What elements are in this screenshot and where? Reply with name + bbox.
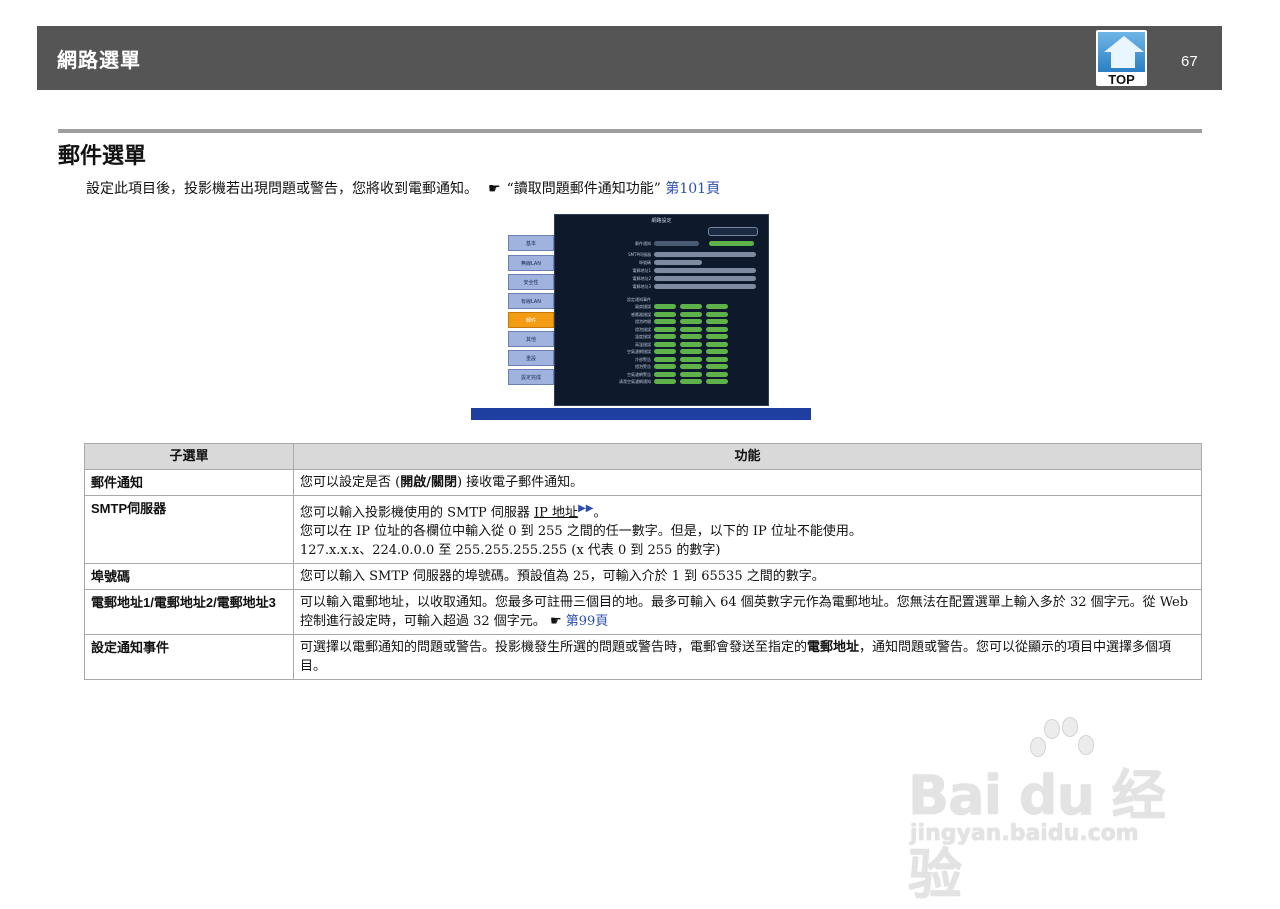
menu-event-row: 空氣濾網錯誤 (565, 349, 760, 355)
menu-tab-basic: 基本 (508, 235, 554, 251)
menu-tab-complete: 設定完成 (508, 369, 554, 385)
function-text: 您可以輸入投影機使用的 SMTP 伺服器 IP 地址▶▶。 您可以在 IP 位址… (293, 494, 1202, 565)
table-row: 郵件通知 您可以設定是否 (開啟/關閉) 接收電子郵件通知。 (84, 469, 1202, 496)
submenu-name: SMTP伺服器 (84, 494, 294, 565)
menu-row-smtp: SMTP伺服器 (565, 252, 760, 258)
menu-event-row: 高溫錯誤 (565, 341, 760, 348)
function-text: 您可以設定是否 (開啟/關閉) 接收電子郵件通知。 (293, 469, 1202, 496)
function-text: 可以輸入電郵地址，以收取通知。您最多可註冊三個目的地。最多可輸入 64 個英數字… (293, 589, 1202, 636)
function-text: 您可以輸入 SMTP 伺服器的埠號碼。預設值為 25，可輸入介於 1 到 655… (293, 563, 1202, 591)
submenu-name: 郵件通知 (84, 469, 294, 496)
menu-tab-other: 其他 (508, 331, 554, 347)
submenu-table: 子選單 功能 郵件通知 您可以設定是否 (開啟/關閉) 接收電子郵件通知。 SM… (84, 443, 1202, 681)
section-divider (58, 129, 1202, 133)
ip-address-link[interactable]: IP 地址 (534, 505, 578, 520)
table-row: 電郵地址1/電郵地址2/電郵地址3 可以輸入電郵地址，以收取通知。您最多可註冊三… (84, 589, 1202, 636)
chapter-title: 網路選單 (57, 48, 141, 72)
header-bar: 網路選單 TOP 67 (37, 26, 1222, 90)
table-row: SMTP伺服器 您可以輸入投影機使用的 SMTP 伺服器 IP 地址▶▶。 您可… (84, 494, 1202, 565)
glossary-arrow-icon: ▶▶ (578, 503, 594, 514)
menu-tab-reset: 重設 (508, 350, 554, 366)
menu-tab-security: 安全性 (508, 274, 554, 290)
menu-event-row: 清潔空氣濾網通知 (565, 379, 760, 385)
menu-event-row: 燈泡時間 (565, 319, 760, 325)
intro-text: 設定此項目後，投影機若出現問題或警告，您將收到電郵通知。 (86, 181, 478, 197)
menu-event-row: 溫度錯誤 (565, 334, 760, 340)
page-number: 67 (1181, 53, 1198, 70)
top-label: TOP (1108, 72, 1135, 87)
menu-row-mail-notify: 郵件通知 (565, 241, 760, 247)
section-title: 郵件選單 (58, 144, 147, 169)
menu-screenshot: 基本 無線LAN 安全性 有線LAN 郵件 其他 重設 設定完成 網路設定 郵件… (471, 214, 811, 420)
menu-row-events: 設定通知事件 (627, 297, 651, 302)
top-button[interactable]: TOP (1096, 30, 1147, 87)
menu-event-row: 風扇錯誤 (565, 304, 760, 310)
menu-event-row: 燈泡錯誤 (565, 326, 760, 333)
home-icon (1098, 32, 1145, 72)
table-row: 設定通知事件 可選擇以電郵通知的問題或警告。投影機發生所選的問題或警告時，電郵會… (84, 634, 1202, 681)
menu-row-port: 埠號碼 (565, 260, 760, 266)
header-function: 功能 (293, 443, 1202, 470)
intro-reference: “讀取問題郵件通知功能” (506, 181, 661, 197)
submenu-name: 設定通知事件 (84, 634, 294, 681)
menu-row-email1: 電郵地址1 (565, 268, 760, 274)
intro-page-link[interactable]: 第101頁 (665, 181, 720, 197)
menu-tab-wired: 有線LAN (508, 293, 554, 309)
table-row: 埠號碼 您可以輸入 SMTP 伺服器的埠號碼。預設值為 25，可輸入介於 1 到… (84, 563, 1202, 591)
intro-paragraph: 設定此項目後，投影機若出現問題或警告，您將收到電郵通知。 ☛ “讀取問題郵件通知功能… (86, 178, 720, 198)
header-submenu: 子選單 (84, 443, 294, 470)
menu-row-email3: 電郵地址3 (565, 284, 760, 290)
menu-event-row: 空氣濾網警告 (565, 371, 760, 378)
baidu-watermark: Bai du 经验 jingyan.baidu.com (908, 715, 1208, 906)
menu-event-row: 感應器錯誤 (565, 311, 760, 318)
submenu-name: 埠號碼 (84, 563, 294, 591)
menu-bottom-bar (471, 408, 811, 420)
menu-row-email2: 電郵地址2 (565, 276, 760, 282)
table-header-row: 子選單 功能 (84, 443, 1202, 470)
pointing-hand-icon: ☛ (549, 614, 562, 630)
menu-event-row: 燈泡警告 (565, 364, 760, 370)
menu-screen-title: 網路設定 (651, 218, 672, 224)
menu-screen: 網路設定 郵件通知 SMTP伺服器 埠號碼 電郵地址1 電郵地址2 電郵地址3 … (554, 214, 769, 406)
watermark-url: jingyan.baidu.com (910, 821, 1139, 846)
pointing-hand-icon: ☛ (488, 181, 501, 197)
menu-tab-wireless: 無線LAN (508, 255, 554, 271)
submenu-name: 電郵地址1/電郵地址2/電郵地址3 (84, 589, 294, 636)
menu-event-row: 冷卻警告 (565, 356, 760, 363)
menu-tab-mail: 郵件 (508, 312, 554, 328)
menu-return-button (708, 227, 758, 236)
page-link[interactable]: 第99頁 (566, 614, 609, 629)
function-text: 可選擇以電郵通知的問題或警告。投影機發生所選的問題或警告時，電郵會發送至指定的電… (293, 634, 1202, 681)
